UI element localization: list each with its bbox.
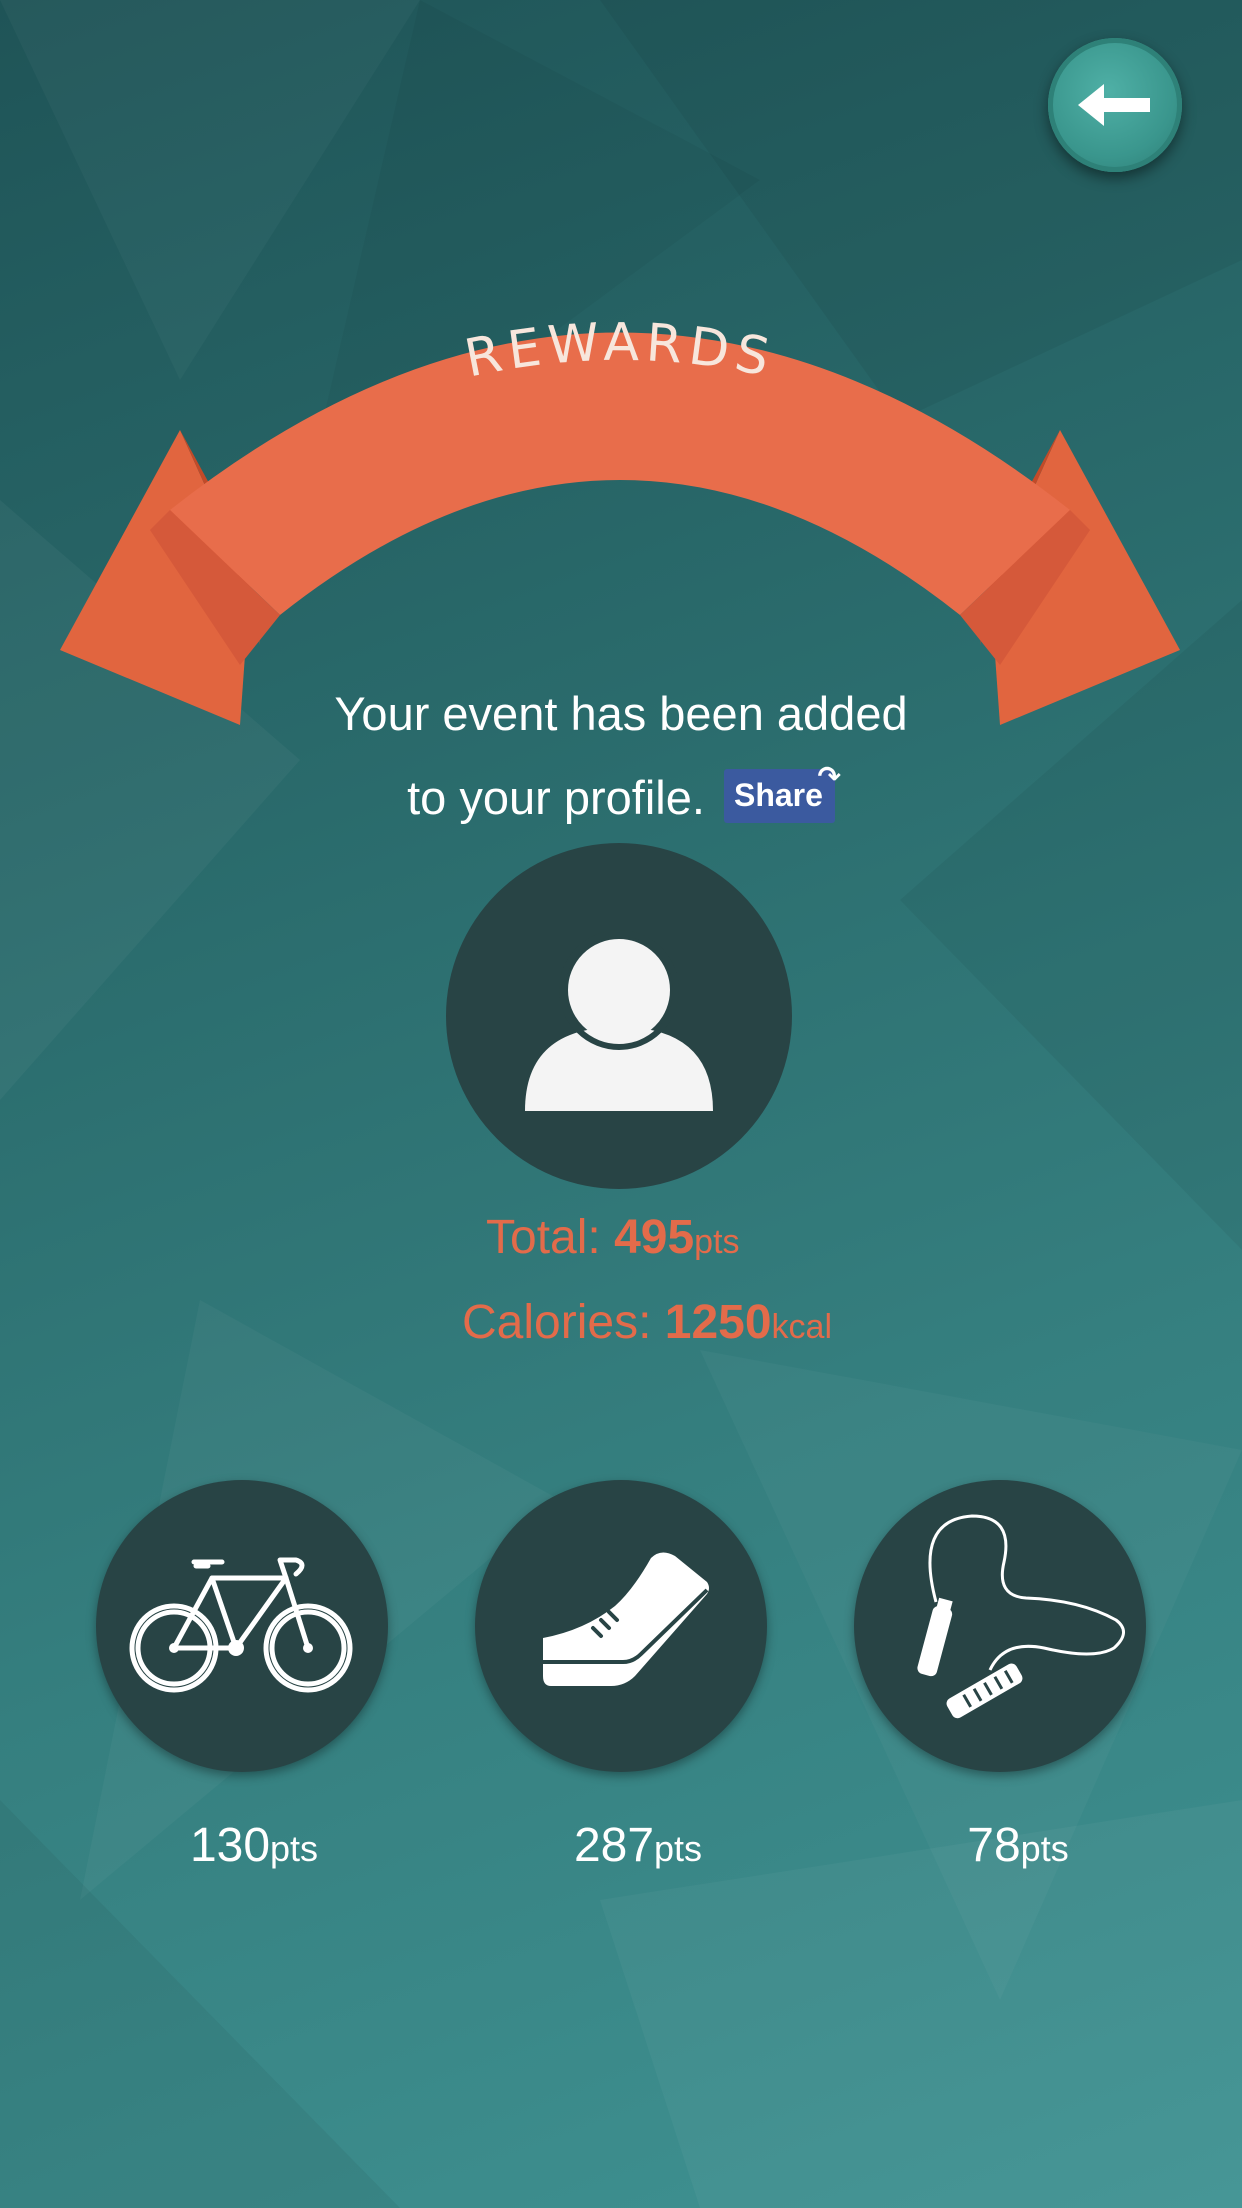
cycling-points: 130pts <box>108 1818 400 1873</box>
message-line-2-text: to your profile. <box>407 771 705 824</box>
points-unit: pts <box>270 1828 319 1869</box>
points-unit: pts <box>654 1828 703 1869</box>
total-label: Total: <box>486 1211 601 1264</box>
jump-rope-icon <box>917 1514 1125 1719</box>
sneaker-icon <box>543 1552 709 1686</box>
message-line-2: to your profile. Share ↷ <box>0 756 1242 840</box>
activity-jump-rope[interactable] <box>854 1480 1146 1772</box>
rewards-ribbon: REWARDS <box>60 313 1180 725</box>
share-arrow-icon: ↷ <box>817 761 841 792</box>
message-line-1: Your event has been added <box>334 687 908 740</box>
bicycle-icon <box>129 1557 353 1693</box>
calories: Calories: 1250kcal <box>462 1295 832 1350</box>
calories-label: Calories: <box>462 1296 652 1349</box>
points-unit: pts <box>1020 1828 1069 1869</box>
activity-cycling[interactable] <box>96 1480 388 1772</box>
total-points: Total: 495pts <box>486 1210 740 1265</box>
calories-unit: kcal <box>771 1308 832 1346</box>
back-button[interactable] <box>1048 38 1182 172</box>
activity-running[interactable] <box>475 1480 767 1772</box>
points-value: 130 <box>189 1819 271 1872</box>
jump-rope-points: 78pts <box>872 1818 1164 1873</box>
points-value: 287 <box>573 1819 655 1872</box>
user-silhouette-icon <box>525 930 713 1111</box>
arrow-left-icon <box>1078 84 1150 126</box>
total-value: 495 <box>614 1211 695 1264</box>
total-unit: pts <box>694 1223 740 1261</box>
confirmation-message: Your event has been added to your profil… <box>0 672 1242 840</box>
points-value: 78 <box>967 1819 1021 1872</box>
share-label: Share <box>733 777 823 813</box>
running-points: 287pts <box>492 1818 784 1873</box>
share-button[interactable]: Share ↷ <box>723 761 841 823</box>
avatar[interactable] <box>446 843 792 1189</box>
calories-value: 1250 <box>664 1296 772 1349</box>
